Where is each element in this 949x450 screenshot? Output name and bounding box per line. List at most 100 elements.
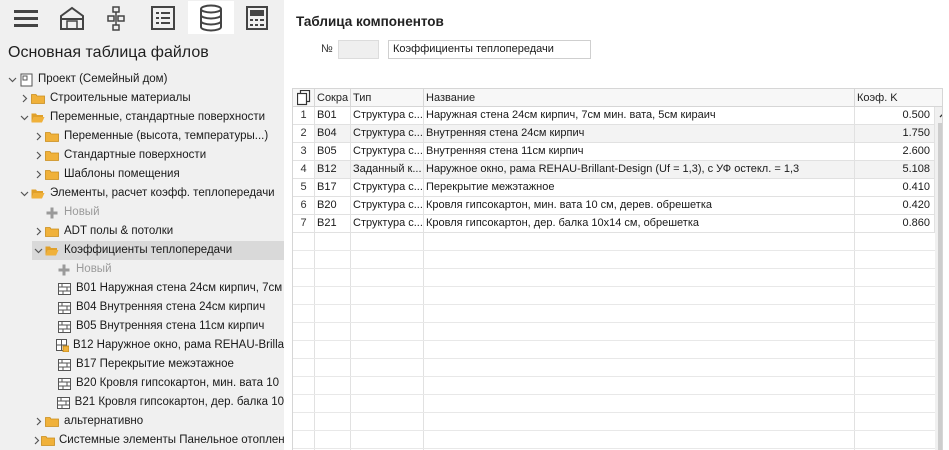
structure-tree-icon[interactable] — [97, 1, 137, 34]
tree-item-b21[interactable]: B21 Кровля гипсокартон, дер. балка 10 — [56, 393, 284, 412]
tree-item-heat-transfer-coefficients[interactable]: Коэффициенты теплопередачи — [32, 241, 284, 260]
folder-open-icon — [30, 108, 46, 127]
scrollbar-thumb[interactable] — [938, 123, 942, 450]
tree-item-alternative[interactable]: альтернативно — [32, 412, 284, 431]
tree-item-b12[interactable]: B12 Наружное окно, рама REHAU-Brilla — [56, 336, 284, 355]
chevron-right-icon[interactable] — [18, 89, 30, 108]
tree-item-project[interactable]: Проект (Семейный дом) — [6, 70, 284, 89]
tree-item-variables[interactable]: Переменные (высота, температуры...) — [32, 127, 284, 146]
row-number: 1 — [293, 107, 315, 125]
cell-k[interactable]: 0.420 — [855, 197, 935, 215]
cell-name[interactable]: Внутренняя стена 11см кирпич — [424, 143, 855, 161]
list-icon[interactable] — [143, 1, 183, 34]
cell-name[interactable]: Перекрытие межэтажное — [424, 179, 855, 197]
cell-abbr[interactable]: B04 — [315, 125, 351, 143]
cell-type[interactable]: Структура с... — [351, 179, 424, 197]
tree-item-label: Элементы, расчет коэфф. теплопередачи — [50, 187, 275, 199]
cell-name[interactable]: Внутренняя стена 24см кирпич — [424, 125, 855, 143]
cell-type[interactable]: Заданный к... — [351, 161, 424, 179]
folder-icon — [30, 89, 46, 108]
tree-item-room-templates[interactable]: Шаблоны помещения — [32, 165, 284, 184]
folder-icon — [44, 127, 60, 146]
chevron-right-icon[interactable] — [32, 222, 44, 241]
wall-structure-icon — [56, 374, 72, 393]
chevron-down-icon[interactable] — [32, 241, 44, 260]
cell-k[interactable]: 0.500 — [855, 107, 935, 125]
name-field[interactable]: Коэффициенты теплопередачи — [388, 40, 591, 59]
cell-abbr[interactable]: B21 — [315, 215, 351, 233]
number-field[interactable] — [338, 40, 379, 59]
folder-icon — [44, 222, 60, 241]
cell-abbr[interactable]: B01 — [315, 107, 351, 125]
copy-icon[interactable] — [293, 89, 315, 107]
chevron-down-icon[interactable] — [18, 184, 30, 203]
tree-item-label: Новый — [64, 206, 100, 218]
tree-item-label: Проект (Семейный дом) — [38, 73, 168, 85]
tree-item-label: Коэффициенты теплопередачи — [64, 244, 233, 256]
tree-item-b05[interactable]: B05 Внутренняя стена 11см кирпич — [56, 317, 284, 336]
tree-item-label: ADT полы & потолки — [64, 225, 174, 237]
house-icon[interactable] — [52, 1, 92, 34]
vertical-scrollbar[interactable] — [935, 107, 942, 450]
tree-item-b17[interactable]: B17 Перекрытие межэтажное — [56, 355, 284, 374]
tree-item-elements[interactable]: Элементы, расчет коэфф. теплопередачи — [18, 184, 284, 203]
cell-type[interactable]: Структура с... — [351, 107, 424, 125]
tree-item-new[interactable]: Новый — [44, 203, 284, 222]
tree-item-new[interactable]: Новый — [56, 260, 284, 279]
tree-item-label: B21 Кровля гипсокартон, дер. балка 10 — [74, 396, 284, 408]
tree-item-b04[interactable]: B04 Внутренняя стена 24см кирпич — [56, 298, 284, 317]
tree-item-adt-floors[interactable]: ADT полы & потолки — [32, 222, 284, 241]
cell-type[interactable]: Структура с... — [351, 125, 424, 143]
menu-icon[interactable] — [6, 1, 46, 34]
folder-icon — [44, 412, 60, 431]
chevron-down-icon[interactable] — [18, 108, 30, 127]
wall-structure-icon — [56, 279, 72, 298]
column-header-type[interactable]: Тип — [351, 89, 424, 107]
chevron-up-icon[interactable] — [935, 107, 942, 123]
folder-open-icon — [44, 241, 60, 260]
chevron-right-icon[interactable] — [32, 165, 44, 184]
tree-item-b01[interactable]: B01 Наружная стена 24см кирпич, 7см — [56, 279, 284, 298]
chevron-right-icon[interactable] — [32, 412, 44, 431]
chevron-right-icon[interactable] — [32, 146, 44, 165]
cell-abbr[interactable]: B12 — [315, 161, 351, 179]
tree-item-label: B04 Внутренняя стена 24см кирпич — [76, 301, 266, 313]
tree-item-label: B12 Наружное окно, рама REHAU-Brilla — [73, 339, 284, 351]
cell-name[interactable]: Наружное окно, рама REHAU-Brillant-Desig… — [424, 161, 855, 179]
chevron-right-icon[interactable] — [32, 127, 44, 146]
chevron-right-icon[interactable] — [32, 431, 41, 450]
components-table: Сокра Тип Название Коэф. K 1 B01 Структу… — [292, 88, 943, 450]
row-number: 6 — [293, 197, 315, 215]
cell-k[interactable]: 0.410 — [855, 179, 935, 197]
cell-k[interactable]: 2.600 — [855, 143, 935, 161]
cell-type[interactable]: Структура с... — [351, 143, 424, 161]
folder-icon — [44, 165, 60, 184]
column-header-name[interactable]: Название — [424, 89, 855, 107]
row-number: 4 — [293, 161, 315, 179]
cell-k[interactable]: 1.750 — [855, 125, 935, 143]
wall-structure-icon — [56, 355, 72, 374]
cell-abbr[interactable]: B20 — [315, 197, 351, 215]
row-number: 7 — [293, 215, 315, 233]
cell-k[interactable]: 0.860 — [855, 215, 935, 233]
database-icon[interactable] — [188, 1, 234, 34]
tree-item-system-elements[interactable]: Системные элементы Панельное отоплен — [32, 431, 284, 450]
tree-item-label: B20 Кровля гипсокартон, мин. вата 10 — [76, 377, 280, 389]
column-header-k[interactable]: Коэф. K — [855, 89, 942, 107]
cell-type[interactable]: Структура с... — [351, 197, 424, 215]
calculator-icon[interactable] — [237, 1, 277, 34]
cell-abbr[interactable]: B17 — [315, 179, 351, 197]
cell-name[interactable]: Кровля гипсокартон, дер. балка 10x14 см,… — [424, 215, 855, 233]
cell-name[interactable]: Кровля гипсокартон, мин. вата 10 см, дер… — [424, 197, 855, 215]
cell-type[interactable]: Структура с... — [351, 215, 424, 233]
chevron-down-icon[interactable] — [6, 70, 18, 89]
column-header-abbr[interactable]: Сокра — [315, 89, 351, 107]
tree-item-standard-surfaces[interactable]: Стандартные поверхности — [32, 146, 284, 165]
folder-icon — [44, 146, 60, 165]
cell-k[interactable]: 5.108 — [855, 161, 935, 179]
tree-item-variables-surfaces[interactable]: Переменные, стандартные поверхности — [18, 108, 284, 127]
cell-name[interactable]: Наружная стена 24см кирпич, 7см мин. ват… — [424, 107, 855, 125]
tree-item-building-materials[interactable]: Строительные материалы — [18, 89, 284, 108]
tree-item-b20[interactable]: B20 Кровля гипсокартон, мин. вата 10 — [56, 374, 284, 393]
cell-abbr[interactable]: B05 — [315, 143, 351, 161]
